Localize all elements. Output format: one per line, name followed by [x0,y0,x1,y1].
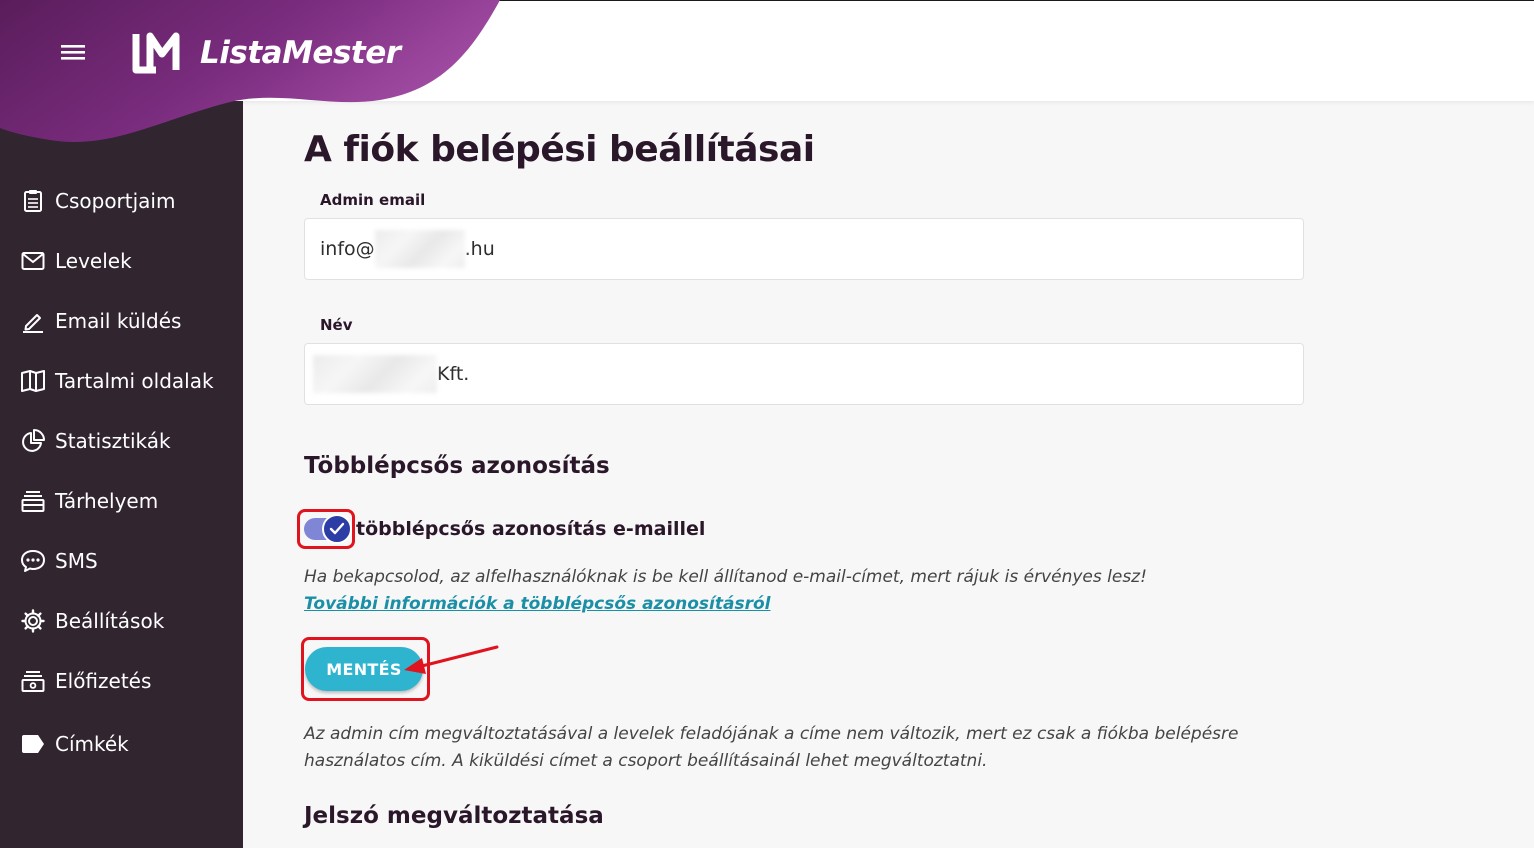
sidebar-item-label: Tárhelyem [55,489,159,513]
sidebar-item-label: Csoportjaim [55,189,176,213]
envelope-icon [20,248,46,274]
annotation-arrow-icon [404,645,499,674]
subscription-box-icon [20,668,46,694]
sidebar-item-beallitasok[interactable]: Beállítások [0,591,243,651]
sidebar-item-cimkek[interactable]: Címkék [0,711,243,777]
gear-icon [20,608,46,634]
sidebar-item-sms[interactable]: SMS [0,531,243,591]
sidebar-item-csoportjaim[interactable]: Csoportjaim [0,171,243,231]
brand-logo-icon [132,32,180,74]
pencil-icon [20,308,46,334]
book-open-icon [20,368,46,394]
redacted-area [374,230,465,268]
sidebar-item-tarhelyem[interactable]: Tárhelyem [0,471,243,531]
name-field[interactable]: Kft. [304,343,1304,405]
mfa-section-title: Többlépcsős azonosítás [304,453,610,479]
tag-icon [20,731,46,757]
sidebar-item-email-kuldes[interactable]: Email küldés [0,291,243,351]
storage-tray-icon [20,488,46,514]
sidebar-nav: Csoportjaim Levelek Email küldés Tartalm… [0,171,243,777]
sidebar-item-label: Email küldés [55,309,182,333]
brand-name: ListaMester [200,35,401,71]
sidebar-item-elofizetes[interactable]: Előfizetés [0,651,243,711]
sidebar-item-statisztikak[interactable]: Statisztikák [0,411,243,471]
mfa-toggle[interactable] [304,514,352,544]
sidebar-item-levelek[interactable]: Levelek [0,231,243,291]
mfa-toggle-label[interactable]: többlépcsős azonosítás e-maillel [356,518,705,540]
hamburger-menu-icon[interactable] [58,38,88,66]
admin-email-note: Az admin cím megváltoztatásával a levele… [304,724,1239,771]
sidebar: Csoportjaim Levelek Email küldés Tartalm… [0,101,243,848]
sidebar-item-label: Előfizetés [55,669,152,693]
app-root: Csoportjaim Levelek Email küldés Tartalm… [0,0,1534,848]
mfa-info-link[interactable]: További információk a többlépcsős azonos… [304,594,770,614]
admin-email-field[interactable]: info@ .hu [304,218,1304,280]
admin-email-label: Admin email [320,191,426,209]
brand-logo[interactable]: ListaMester [130,30,401,76]
sidebar-item-label: Statisztikák [55,429,171,453]
page-title: A fiók belépési beállításai [304,129,815,170]
sidebar-item-label: Levelek [55,249,132,273]
sidebar-item-tartalmi-oldalak[interactable]: Tartalmi oldalak [0,351,243,411]
sidebar-item-label: Beállítások [55,609,165,633]
password-section-title: Jelszó megváltoztatása [304,803,604,829]
clipboard-list-icon [20,188,46,214]
admin-email-suffix: .hu [464,238,495,260]
mfa-toggle-row: többlépcsős azonosítás e-maillel [297,509,705,549]
admin-email-prefix: info@ [320,238,375,260]
mfa-hint-text: Ha bekapcsolod, az alfelhasználóknak is … [304,567,1147,587]
check-icon [322,514,352,544]
redacted-area [313,355,437,393]
name-label: Név [320,316,353,334]
chat-bubble-icon [20,548,46,574]
sidebar-item-label: SMS [55,549,98,573]
sidebar-item-label: Tartalmi oldalak [55,369,214,393]
sidebar-item-label: Címkék [55,732,129,756]
pie-chart-icon [20,428,46,454]
name-suffix: Kft. [437,363,470,385]
